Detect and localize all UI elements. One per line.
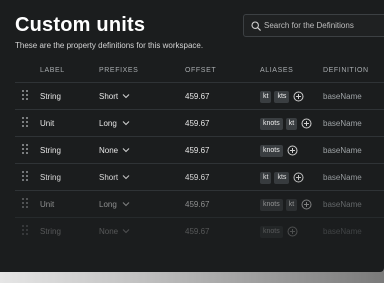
- definition-value[interactable]: baseName: [323, 146, 362, 155]
- alias-tag[interactable]: kt: [285, 198, 298, 211]
- add-alias-icon[interactable]: [293, 91, 304, 102]
- offset-value[interactable]: 459.67: [185, 119, 209, 128]
- alias-tag[interactable]: knots: [260, 198, 283, 211]
- alias-list: kt kts: [260, 90, 304, 103]
- chevron-down-icon[interactable]: [122, 93, 130, 99]
- chevron-down-icon[interactable]: [122, 201, 130, 207]
- chevron-down-icon[interactable]: [122, 174, 130, 180]
- definition-value[interactable]: baseName: [323, 200, 362, 209]
- row-label[interactable]: String: [40, 173, 61, 182]
- offset-value[interactable]: 459.67: [185, 227, 209, 236]
- page-title: Custom units: [15, 14, 146, 36]
- alias-tag[interactable]: kt: [260, 90, 272, 103]
- table-row[interactable]: Unit Long 459.67 knots kt baseName: [0, 191, 384, 217]
- table-row[interactable]: String None 459.67 knots baseName: [0, 218, 384, 244]
- add-alias-icon[interactable]: [301, 199, 312, 210]
- column-header-label[interactable]: LABEL: [40, 67, 65, 74]
- row-label[interactable]: Unit: [40, 200, 54, 209]
- prefix-select[interactable]: None: [99, 146, 118, 155]
- search-input[interactable]: [264, 18, 384, 33]
- column-header-prefixes[interactable]: PREFIXES: [99, 67, 138, 74]
- alias-tag[interactable]: kt: [285, 117, 298, 130]
- prefix-select[interactable]: Short: [99, 173, 118, 182]
- add-alias-icon[interactable]: [287, 226, 298, 237]
- chevron-down-icon[interactable]: [122, 147, 130, 153]
- alias-tag[interactable]: knots: [260, 144, 283, 157]
- column-header-aliases[interactable]: ALIASES: [260, 67, 293, 74]
- chevron-down-icon[interactable]: [122, 120, 130, 126]
- row-label[interactable]: String: [40, 92, 61, 101]
- offset-value[interactable]: 459.67: [185, 146, 209, 155]
- add-alias-icon[interactable]: [293, 172, 304, 183]
- definition-value[interactable]: baseName: [323, 92, 362, 101]
- alias-tag[interactable]: knots: [260, 117, 283, 130]
- alias-tag[interactable]: knots: [260, 225, 283, 238]
- alias-list: knots: [260, 225, 298, 238]
- column-header-definition[interactable]: DEFINITION: [323, 67, 369, 74]
- column-header-offset[interactable]: OFFSET: [185, 67, 216, 74]
- page-subtitle: These are the property definitions for t…: [15, 41, 204, 50]
- definition-value[interactable]: baseName: [323, 173, 362, 182]
- chevron-down-icon[interactable]: [122, 228, 130, 234]
- search-icon: [251, 21, 261, 31]
- alias-tag[interactable]: kt: [260, 171, 272, 184]
- alias-list: knots: [260, 144, 298, 157]
- alias-list: knots kt: [260, 117, 312, 130]
- row-label[interactable]: String: [40, 146, 61, 155]
- definition-value[interactable]: baseName: [323, 227, 362, 236]
- table-row[interactable]: String Short 459.67 kt kts baseName: [0, 83, 384, 109]
- alias-tag[interactable]: kts: [274, 90, 290, 103]
- custom-units-panel: Custom units These are the property defi…: [0, 0, 384, 272]
- offset-value[interactable]: 459.67: [185, 200, 209, 209]
- table-row[interactable]: String Short 459.67 kt kts baseName: [0, 164, 384, 190]
- row-label[interactable]: Unit: [40, 119, 54, 128]
- add-alias-icon[interactable]: [287, 145, 298, 156]
- prefix-select[interactable]: None: [99, 227, 118, 236]
- prefix-select[interactable]: Long: [99, 119, 117, 128]
- add-alias-icon[interactable]: [301, 118, 312, 129]
- alias-list: kt kts: [260, 171, 304, 184]
- table-row[interactable]: Unit Long 459.67 knots kt baseName: [0, 110, 384, 136]
- row-label[interactable]: String: [40, 227, 61, 236]
- offset-value[interactable]: 459.67: [185, 173, 209, 182]
- table-row[interactable]: String None 459.67 knots baseName: [0, 137, 384, 163]
- definition-value[interactable]: baseName: [323, 119, 362, 128]
- alias-tag[interactable]: kts: [274, 171, 290, 184]
- alias-list: knots kt: [260, 198, 312, 211]
- search-box[interactable]: [243, 14, 384, 37]
- offset-value[interactable]: 459.67: [185, 92, 209, 101]
- prefix-select[interactable]: Long: [99, 200, 117, 209]
- prefix-select[interactable]: Short: [99, 92, 118, 101]
